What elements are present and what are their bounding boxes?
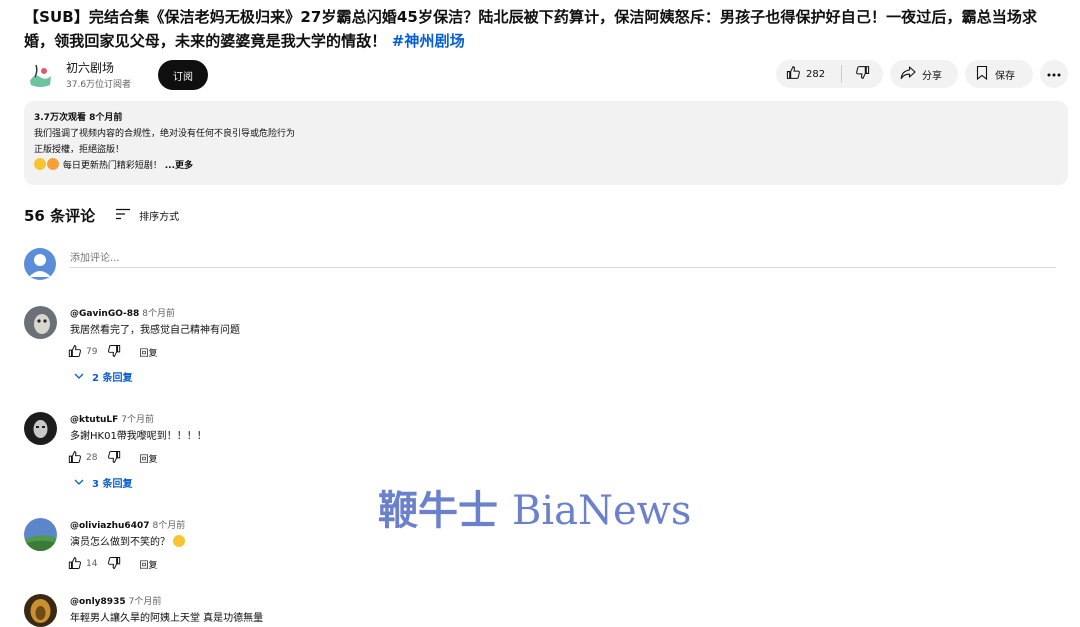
comment-like-count: 14	[86, 559, 98, 569]
sort-icon	[115, 208, 131, 223]
share-button[interactable]: 分享	[890, 60, 958, 88]
save-label: 保存	[995, 70, 1015, 82]
comment-author[interactable]: @ktutuLF 7个月前	[70, 412, 154, 425]
like-button[interactable]: 282	[776, 65, 842, 83]
comment-text: 演员怎么做到不笑的？	[70, 533, 186, 548]
bookmark-icon	[975, 65, 989, 83]
reply-button[interactable]: 回复	[139, 346, 157, 359]
chevron-down-icon	[74, 477, 84, 488]
view-count-date: 3.7万次观看 8个月前	[34, 113, 123, 123]
thumbs-up-icon	[786, 65, 801, 83]
watermark: 鞭牛士 BiaNews	[378, 478, 691, 536]
comment-actions: 79 回复	[68, 343, 157, 361]
more-horizontal-icon	[1047, 69, 1061, 80]
save-button[interactable]: 保存	[965, 60, 1033, 88]
comment-text: 我居然看完了，我感觉自己精神有问题	[70, 325, 240, 336]
author-handle: @ktutuLF	[70, 415, 119, 425]
comment-author[interactable]: @GavinGO-88 8个月前	[70, 306, 175, 319]
reply-button[interactable]: 回复	[139, 558, 157, 571]
thumbs-down-icon[interactable]	[107, 556, 121, 573]
thumbs-up-icon[interactable]	[68, 556, 82, 573]
emoji-icon	[47, 158, 59, 170]
comment-text: 年輕男人讓久旱的阿姨上天堂 真是功德無量	[70, 613, 264, 624]
thumbs-up-icon[interactable]	[68, 344, 82, 361]
emoji-icon	[34, 158, 46, 170]
comment-author[interactable]: @oliviazhu6407 8个月前	[70, 518, 185, 531]
author-handle: @only8935	[70, 597, 126, 607]
video-title: 【SUB】完结合集《保洁老妈无极归来》27岁霸总闪婚45岁保洁？陆北辰被下药算计…	[24, 5, 1064, 53]
comment-text: 多謝HK01帶我嚟呢到！！！！	[70, 431, 207, 442]
replies-count: 3 条回复	[92, 479, 133, 490]
comment-time: 7个月前	[121, 415, 155, 425]
comment-like-count: 28	[86, 453, 98, 463]
thumbs-down-icon[interactable]	[107, 450, 121, 467]
comments-header: 56 条评论 排序方式	[24, 204, 179, 226]
user-avatar-icon	[24, 248, 56, 280]
author-handle: @GavinGO-88	[70, 309, 140, 319]
view-replies-button[interactable]: 3 条回复	[74, 475, 132, 490]
comment-like-count: 79	[86, 347, 98, 357]
sort-button[interactable]: 排序方式	[115, 208, 179, 223]
like-dislike-group: 282	[776, 60, 883, 88]
more-actions-button[interactable]	[1040, 60, 1068, 88]
subscriber-count: 37.6万位订阅者	[66, 80, 132, 90]
comment-time: 8个月前	[142, 309, 176, 319]
like-count: 282	[806, 68, 826, 80]
comment-item: @GavinGO-88 8个月前 我居然看完了，我感觉自己精神有问题 79 回复 …	[24, 306, 1056, 396]
description-line-3: 每日更新热门精彩短剧！ ...更多	[34, 158, 1058, 174]
hashtag-link[interactable]: #神州剧场	[392, 32, 465, 50]
commenter-avatar[interactable]	[24, 306, 57, 339]
comment-item: @only8935 7个月前 年輕男人讓久旱的阿姨上天堂 真是功德無量	[24, 594, 1056, 627]
comment-author[interactable]: @only8935 7个月前	[70, 594, 161, 607]
watermark-cn: 鞭牛士	[378, 487, 498, 534]
sort-label: 排序方式	[139, 211, 180, 223]
add-comment-input[interactable]	[70, 248, 1056, 268]
commenter-avatar[interactable]	[24, 518, 57, 551]
comment-time: 7个月前	[128, 597, 162, 607]
watermark-en: BiaNews	[511, 488, 692, 534]
comment-actions: 28 回复	[68, 449, 157, 467]
thumbs-up-icon[interactable]	[68, 450, 82, 467]
comments-count: 56 条评论	[24, 206, 96, 225]
thumbs-down-icon[interactable]	[107, 344, 121, 361]
comment-actions: 14 回复	[68, 555, 157, 573]
share-label: 分享	[922, 70, 942, 82]
description-text: 每日更新热门精彩短剧！	[62, 161, 162, 171]
description-box[interactable]: 3.7万次观看 8个月前 我们强调了视频内容的合规性，绝对没有任何不良引导或危险…	[24, 101, 1068, 185]
reply-button[interactable]: 回复	[139, 452, 157, 465]
share-icon	[900, 65, 916, 83]
chevron-down-icon	[74, 371, 84, 382]
thumbs-down-icon	[855, 65, 870, 83]
view-replies-button[interactable]: 2 条回复	[74, 369, 132, 384]
channel-avatar[interactable]	[24, 59, 56, 91]
description-line: 我们强调了视频内容的合规性，绝对没有任何不良引导或危险行为	[34, 129, 296, 139]
subscribe-button[interactable]: 订阅	[158, 60, 208, 90]
commenter-avatar[interactable]	[24, 594, 57, 627]
channel-name[interactable]: 初六剧场	[66, 59, 114, 76]
description-line: 正版授權，拒絕盜版！	[34, 145, 125, 155]
laughing-emoji-icon	[173, 535, 186, 547]
dislike-button[interactable]	[842, 60, 882, 88]
comment-text-content: 演员怎么做到不笑的？	[70, 537, 170, 548]
replies-count: 2 条回复	[92, 373, 133, 384]
add-comment-row	[24, 248, 1056, 280]
channel-row: 初六剧场 37.6万位订阅者 订阅 282 分享 保存	[24, 58, 1068, 92]
commenter-avatar[interactable]	[24, 412, 57, 445]
author-handle: @oliviazhu6407	[70, 521, 150, 531]
video-title-text: 【SUB】完结合集《保洁老妈无极归来》27岁霸总闪婚45岁保洁？陆北辰被下药算计…	[24, 8, 1038, 50]
show-more-link[interactable]: ...更多	[165, 161, 193, 171]
comment-time: 8个月前	[152, 521, 186, 531]
